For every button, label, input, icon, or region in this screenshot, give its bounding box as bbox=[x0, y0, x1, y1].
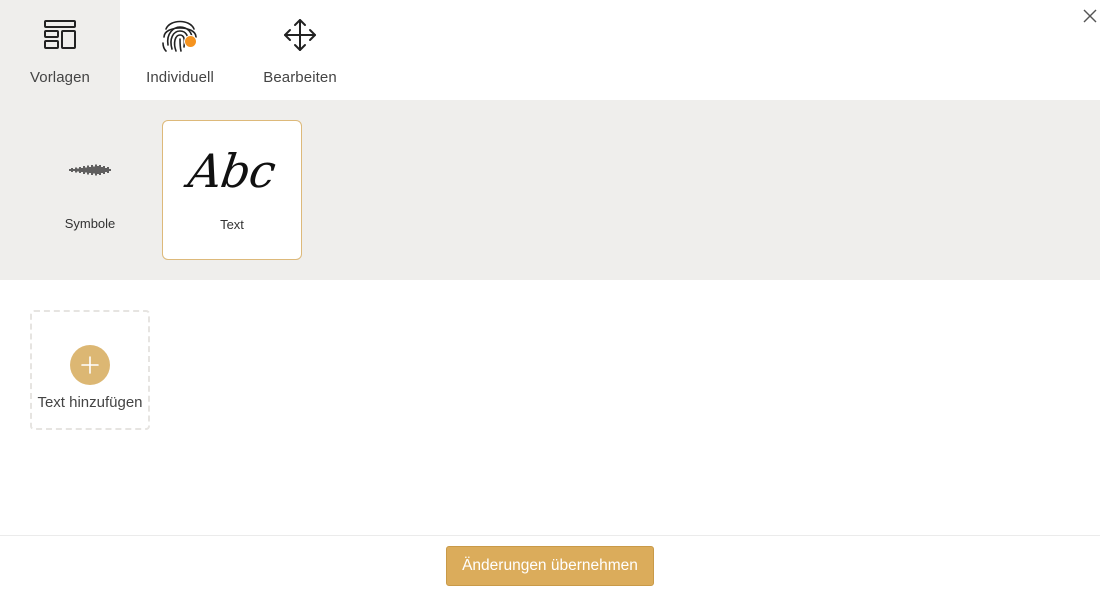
tab-bar: Vorlagen Individuell Bearbeiten bbox=[0, 0, 1100, 100]
tab-label: Bearbeiten bbox=[263, 69, 337, 86]
tab-vorlagen[interactable]: Vorlagen bbox=[0, 0, 120, 100]
tab-label: Individuell bbox=[146, 69, 214, 86]
tab-bearbeiten[interactable]: Bearbeiten bbox=[240, 0, 360, 100]
category-symbole[interactable]: Symbole bbox=[20, 120, 160, 260]
status-badge bbox=[184, 35, 197, 48]
text-preview: Abc bbox=[163, 143, 301, 199]
category-label: Symbole bbox=[64, 216, 116, 231]
apply-changes-button[interactable]: Änderungen übernehmen bbox=[446, 546, 654, 586]
close-icon bbox=[1083, 9, 1097, 23]
add-text-tile[interactable]: Text hinzufügen bbox=[30, 310, 150, 430]
tab-label: Vorlagen bbox=[29, 69, 91, 86]
move-arrows-icon bbox=[280, 15, 320, 55]
tab-individuell[interactable]: Individuell bbox=[120, 0, 240, 100]
category-label: Text bbox=[220, 217, 244, 232]
layout-template-icon bbox=[40, 15, 80, 55]
text-preview-sample: Abc bbox=[185, 144, 279, 198]
category-panel: Symbole Abc Text bbox=[0, 100, 1100, 280]
add-text-label: Text hinzufügen bbox=[37, 394, 143, 411]
category-text[interactable]: Abc Text bbox=[162, 120, 302, 260]
fingerprint-icon bbox=[160, 15, 200, 55]
plus-icon bbox=[70, 345, 110, 385]
soundwave-icon bbox=[20, 142, 160, 198]
close-button[interactable] bbox=[1078, 4, 1100, 28]
footer-bar: Änderungen übernehmen bbox=[0, 535, 1100, 600]
